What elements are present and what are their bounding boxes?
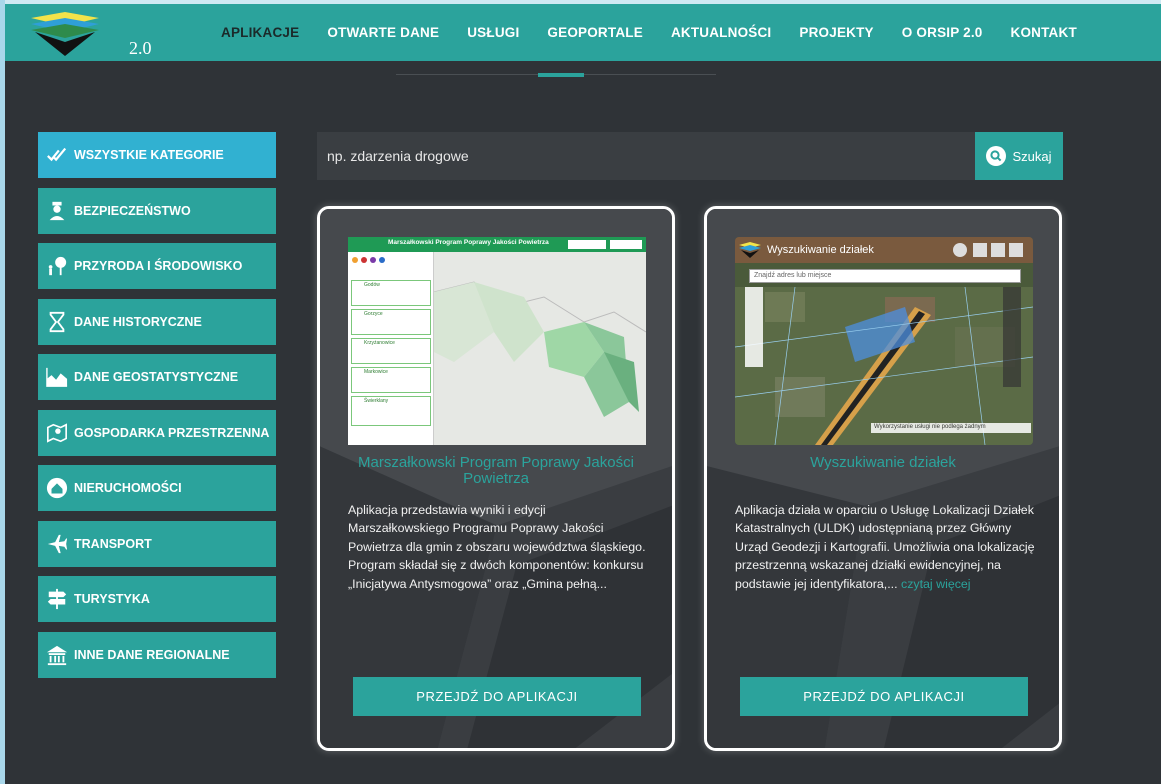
card-title[interactable]: Wyszukiwanie działek xyxy=(721,455,1045,471)
search-icon xyxy=(986,146,1007,166)
read-more-link[interactable]: czytaj więcej xyxy=(901,577,971,591)
screenshot-list-item: Krzyżanowice xyxy=(351,338,431,364)
signpost-icon xyxy=(44,586,70,612)
app-screenshot-air-quality[interactable]: Marszałkowski Program Poprawy Jakości Po… xyxy=(348,237,646,445)
category-transport[interactable]: TRANSPORT xyxy=(38,520,276,567)
house-icon xyxy=(44,475,70,501)
category-label: PRZYRODA I ŚRODOWISKO xyxy=(74,259,243,273)
app-card: Marszałkowski Program Poprawy Jakości Po… xyxy=(317,206,675,751)
category-nieruchomosci[interactable]: NIERUCHOMOŚCI xyxy=(38,465,276,511)
site-logo[interactable]: 2.0 xyxy=(29,12,152,58)
nav-item-o-orsip[interactable]: O ORSIP 2.0 xyxy=(902,25,983,40)
card-description: Aplikacja działa w oparciu o Usługę Loka… xyxy=(735,501,1035,593)
logo-version: 2.0 xyxy=(129,38,152,58)
category-label: DANE GEOSTATYSTYCZNE xyxy=(74,370,239,384)
building-icon xyxy=(44,642,70,668)
open-app-button[interactable]: PRZEJDŹ DO APLIKACJI xyxy=(353,677,641,716)
screenshot-search-input: Znajdź adres lub miejsce xyxy=(749,269,1021,283)
screenshot-footer: Wykorzystanie usługi nie podlega żadnym xyxy=(871,423,1031,433)
category-dane-geostatystyczne[interactable]: DANE GEOSTATYSTYCZNE xyxy=(38,354,276,400)
open-app-button[interactable]: PRZEJDŹ DO APLIKACJI xyxy=(740,677,1028,716)
search-bar: Szukaj xyxy=(317,132,1063,180)
search-button-label: Szukaj xyxy=(1012,148,1052,164)
police-officer-icon xyxy=(44,198,70,224)
category-bezpieczenstwo[interactable]: BEZPIECZEŃSTWO xyxy=(38,187,276,234)
header: 2.0 APLIKACJE OTWARTE DANE USŁUGI GEOPOR… xyxy=(5,4,1161,61)
category-label: GOSPODARKA PRZESTRZENNA xyxy=(74,425,270,440)
nav-item-kontakt[interactable]: KONTAKT xyxy=(1011,25,1077,40)
app-card: Wyszukiwanie działek Znajdź adres lub mi… xyxy=(704,206,1062,751)
category-inne-dane[interactable]: INNE DANE REGIONALNE xyxy=(38,631,276,678)
left-strip xyxy=(0,0,5,784)
screenshot-orthophoto-map xyxy=(735,287,1033,445)
category-label: WSZYSTKIE KATEGORIE xyxy=(74,148,224,162)
screenshot-header: Marszałkowski Program Poprawy Jakości Po… xyxy=(388,239,549,246)
airplane-icon xyxy=(44,531,70,557)
category-label: INNE DANE REGIONALNE xyxy=(74,647,230,662)
map-pin-icon xyxy=(44,420,70,446)
screenshot-header: Wyszukiwanie działek xyxy=(767,244,874,256)
checkmarks-icon xyxy=(44,142,70,168)
category-turystyka[interactable]: TURYSTYKA xyxy=(38,576,276,622)
card-description-text: Aplikacja przedstawia wyniki i edycji Ma… xyxy=(348,503,646,591)
category-przyroda[interactable]: PRZYRODA I ŚRODOWISKO xyxy=(38,243,276,289)
nav-item-uslugi[interactable]: USŁUGI xyxy=(467,25,519,40)
category-label: BEZPIECZEŃSTWO xyxy=(74,203,191,218)
nav-item-geoportale[interactable]: GEOPORTALE xyxy=(547,25,643,40)
tree-person-icon xyxy=(44,253,70,279)
screenshot-map xyxy=(434,252,646,445)
screenshot-list-item: Gorzyce xyxy=(351,309,431,335)
screenshot-list-item: Markowice xyxy=(351,367,431,393)
search-button[interactable]: Szukaj xyxy=(975,132,1063,180)
nav-item-projekty[interactable]: PROJEKTY xyxy=(799,25,873,40)
nav-item-otwarte-dane[interactable]: OTWARTE DANE xyxy=(327,25,439,40)
category-label: TRANSPORT xyxy=(74,536,152,551)
card-title[interactable]: Marszałkowski Program Poprawy Jakości Po… xyxy=(334,455,658,487)
screenshot-list-item: Świerklany xyxy=(351,396,431,426)
category-sidebar: WSZYSTKIE KATEGORIE BEZPIECZEŃSTWO PRZYR… xyxy=(38,132,276,687)
card-description-text: Aplikacja działa w oparciu o Usługę Loka… xyxy=(735,503,1035,591)
nav-active-marker xyxy=(538,73,584,77)
category-label: DANE HISTORYCZNE xyxy=(74,314,202,329)
category-dane-historyczne[interactable]: DANE HISTORYCZNE xyxy=(38,298,276,345)
category-all[interactable]: WSZYSTKIE KATEGORIE xyxy=(38,132,276,178)
category-label: TURYSTYKA xyxy=(74,592,150,606)
category-label: NIERUCHOMOŚCI xyxy=(74,481,182,495)
main-nav: APLIKACJE OTWARTE DANE USŁUGI GEOPORTALE… xyxy=(221,4,1105,61)
hourglass-icon xyxy=(44,309,70,335)
category-gospodarka-przestrzenna[interactable]: GOSPODARKA PRZESTRZENNA xyxy=(38,409,276,456)
card-description: Aplikacja przedstawia wyniki i edycji Ma… xyxy=(348,501,648,593)
screenshot-list-item: Godów xyxy=(351,280,431,306)
area-chart-icon xyxy=(44,364,70,390)
search-input[interactable] xyxy=(317,132,975,180)
app-screenshot-parcel-search[interactable]: Wyszukiwanie działek Znajdź adres lub mi… xyxy=(735,237,1033,445)
nav-item-aktualnosci[interactable]: AKTUALNOŚCI xyxy=(671,25,771,40)
nav-item-aplikacje[interactable]: APLIKACJE xyxy=(221,25,299,40)
logo-icon xyxy=(31,12,99,56)
screenshot-logo-icon xyxy=(739,242,761,258)
